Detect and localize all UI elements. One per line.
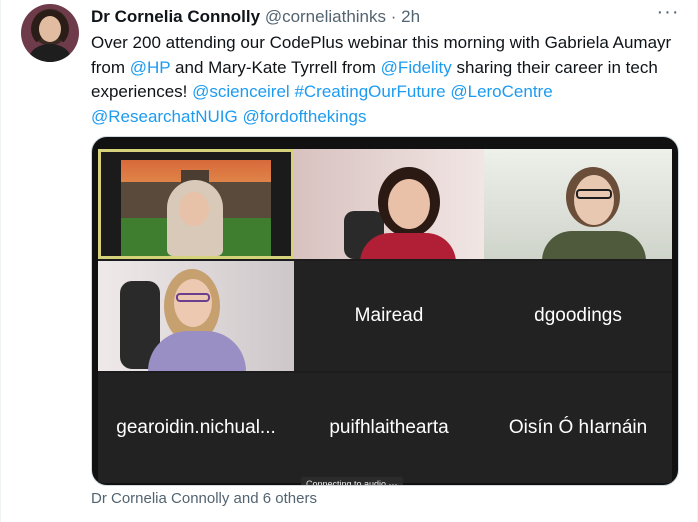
header-separator: · — [390, 7, 397, 26]
mention-fidelity[interactable]: @Fidelity — [381, 58, 452, 77]
participant-shirt — [542, 231, 646, 259]
tweet-card[interactable]: Dr Cornelia Connolly @corneliathinks · 2… — [0, 0, 698, 522]
author-avatar[interactable] — [21, 4, 79, 62]
author-handle[interactable]: @corneliathinks — [265, 7, 386, 26]
participant-tile-name: gearoidin.nichual... — [98, 373, 294, 483]
tweet-text-part: and Mary-Kate Tyrrell from — [170, 57, 381, 77]
participant-tile-video — [98, 261, 294, 371]
participant-tile-name: Mairead — [294, 261, 484, 371]
participant-glasses — [176, 293, 210, 302]
participant-name: gearoidin.nichual... — [116, 417, 276, 438]
mention-scienceirel[interactable]: @scienceirel — [192, 82, 290, 101]
participant-tile-name: puifhlaithearta — [294, 373, 484, 483]
tweet-header: Dr Cornelia Connolly @corneliathinks · 2… — [91, 6, 420, 28]
connecting-audio-toast: Connecting to audio ··· — [301, 477, 403, 485]
participant-face — [388, 179, 430, 229]
author-name[interactable]: Dr Cornelia Connolly — [91, 7, 260, 26]
participant-name: dgoodings — [534, 305, 622, 326]
participant-name: puifhlaithearta — [329, 417, 449, 438]
more-options-icon[interactable]: ··· — [653, 2, 683, 26]
participant-tile-video — [294, 149, 484, 259]
participant-tile-speaker — [98, 149, 294, 259]
tweet-timestamp[interactable]: 2h — [401, 7, 420, 26]
mention-lerocentre[interactable]: @LeroCentre — [450, 82, 552, 101]
participant-tile-video — [484, 149, 672, 259]
video-call-grid: Mairead dgoodings gearoidin.nichual... p… — [98, 149, 672, 485]
participant-glasses — [576, 189, 612, 199]
tweet-text: Over 200 attending our CodePlus webinar … — [91, 31, 681, 129]
tagged-people-link[interactable]: Dr Cornelia Connolly and 6 others — [91, 489, 317, 509]
tweet-media-image[interactable]: Mairead dgoodings gearoidin.nichual... p… — [91, 136, 679, 486]
participant-face — [179, 192, 209, 226]
avatar-face — [39, 16, 61, 42]
participant-tile-name: Oisín Ó hIarnáin — [484, 373, 672, 483]
participant-tile-name: dgoodings — [484, 261, 672, 371]
mention-hp[interactable]: @HP — [130, 58, 171, 77]
participant-face — [174, 279, 212, 327]
avatar-body — [29, 44, 71, 62]
participant-face — [574, 175, 614, 225]
mention-fordofthekings[interactable]: @fordofthekings — [242, 107, 366, 126]
participant-name: Oisín Ó hIarnáin — [508, 417, 648, 438]
participant-shirt — [360, 233, 456, 259]
hashtag-creatingourfuture[interactable]: #CreatingOurFuture — [294, 82, 445, 101]
mention-researchatnuig[interactable]: @ResearchatNUIG — [91, 107, 238, 126]
participant-name: Mairead — [354, 305, 424, 326]
